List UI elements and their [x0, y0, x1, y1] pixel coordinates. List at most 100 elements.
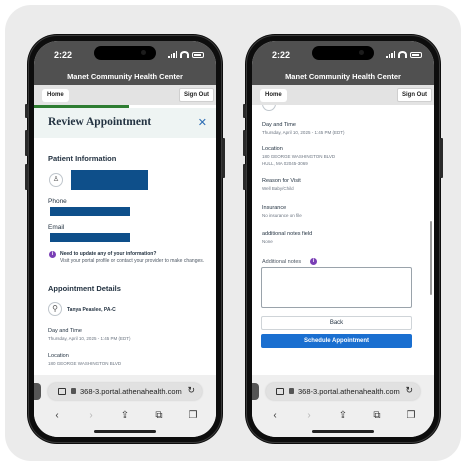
- tab-overview-icon[interactable]: [276, 388, 284, 395]
- volume-down-button: [243, 164, 246, 190]
- bookmarks-icon[interactable]: ⧉: [151, 410, 167, 421]
- tabs-icon[interactable]: ❐: [185, 410, 201, 421]
- location-line1: 180 GEORGE WASHINGTON BLVD: [262, 154, 336, 159]
- location-line2: HULL, MA 02045-3069: [262, 161, 308, 166]
- home-button[interactable]: Home: [260, 89, 287, 102]
- notes-field-label: additional notes field: [262, 231, 313, 237]
- mute-switch: [25, 104, 28, 118]
- back-icon[interactable]: ‹: [267, 410, 283, 421]
- app-header-title: Manet Community Health Center: [252, 71, 434, 85]
- volume-up-button: [25, 130, 28, 156]
- mute-switch: [243, 104, 246, 118]
- camera-dot: [359, 50, 364, 55]
- redacted-email: [50, 233, 130, 242]
- battery-icon: [192, 51, 204, 58]
- tabs-icon[interactable]: ❐: [403, 410, 419, 421]
- browser-toolbar: ‹ › ⇪ ⧉ ❐: [252, 407, 434, 423]
- reason-value: Well Baby/Child: [262, 186, 294, 191]
- forward-icon[interactable]: ›: [83, 410, 99, 421]
- power-button: [222, 138, 225, 178]
- notice-heading: Need to update any of your information?: [60, 251, 157, 257]
- reload-icon[interactable]: ↻: [187, 385, 195, 396]
- screen-left: 2:22 Manet Community Health Center Home …: [34, 41, 216, 437]
- lock-icon: [289, 388, 294, 394]
- schedule-appointment-button[interactable]: Schedule Appointment: [261, 334, 412, 348]
- url-bar[interactable]: 368-3.portal.athenahealth.com ↻: [266, 383, 420, 400]
- review-title: Review Appointment: [48, 116, 152, 128]
- info-icon[interactable]: i: [310, 258, 317, 265]
- wifi-icon: [180, 51, 189, 58]
- volume-down-button: [25, 164, 28, 190]
- info-icon: i: [49, 251, 56, 258]
- appointment-details-title: Appointment Details: [48, 284, 121, 293]
- url-bar[interactable]: 368-3.portal.athenahealth.com ↻: [48, 383, 202, 400]
- phone-label: Phone: [48, 198, 67, 205]
- url-text[interactable]: 368-3.portal.athenahealth.com: [80, 387, 182, 396]
- safari-bar: 368-3.portal.athenahealth.com ↻ ‹ › ⇪ ⧉ …: [252, 375, 434, 437]
- camera-dot: [141, 50, 146, 55]
- power-button: [440, 138, 443, 178]
- sign-out-button[interactable]: Sign Out: [179, 88, 214, 102]
- battery-icon: [410, 51, 422, 58]
- stethoscope-icon: ⚲: [48, 302, 62, 316]
- additional-notes-label: Additional notes: [262, 259, 302, 265]
- scrollbar-thumb[interactable]: [430, 221, 432, 295]
- side-tab-chip: [252, 383, 259, 400]
- share-icon[interactable]: ⇪: [117, 410, 133, 421]
- side-tab-chip: [34, 383, 41, 400]
- status-time: 2:22: [54, 50, 73, 60]
- back-icon[interactable]: ‹: [49, 410, 65, 421]
- signal-icon: [168, 51, 177, 58]
- notice-text: Visit your portal profile or contact you…: [60, 258, 205, 264]
- browser-toolbar: ‹ › ⇪ ⧉ ❐: [34, 407, 216, 423]
- additional-notes-textarea[interactable]: [261, 267, 412, 308]
- signal-icon: [386, 51, 395, 58]
- reason-label: Reason for Visit: [262, 178, 301, 184]
- forward-icon[interactable]: ›: [301, 410, 317, 421]
- dynamic-island: [94, 46, 156, 60]
- location-line1: 180 GEORGE WASHINGTON BLVD: [48, 361, 122, 366]
- phone-left: 2:22 Manet Community Health Center Home …: [25, 34, 225, 444]
- tab-overview-icon[interactable]: [58, 388, 66, 395]
- notes-field-value: None: [262, 239, 273, 244]
- review-content-scrolled: Day and Time Thursday, April 10, 2025 - …: [252, 105, 434, 375]
- home-indicator: [94, 430, 156, 433]
- reload-icon[interactable]: ↻: [405, 385, 413, 396]
- insurance-value: No insurance on file: [262, 213, 302, 218]
- lock-icon: [71, 388, 76, 394]
- redacted-name: [71, 170, 148, 190]
- url-text[interactable]: 368-3.portal.athenahealth.com: [298, 387, 400, 396]
- nav-bar: Home Sign Out: [252, 85, 434, 105]
- stethoscope-icon: [262, 105, 276, 111]
- dynamic-island: [312, 46, 374, 60]
- insurance-label: Insurance: [262, 205, 287, 211]
- status-icons: [386, 51, 422, 58]
- nav-bar: Home Sign Out: [34, 85, 216, 105]
- home-button[interactable]: Home: [42, 89, 69, 102]
- status-bar: 2:22: [252, 41, 434, 71]
- share-icon[interactable]: ⇪: [335, 410, 351, 421]
- volume-up-button: [243, 130, 246, 156]
- status-bar: 2:22: [34, 41, 216, 71]
- bookmarks-icon[interactable]: ⧉: [369, 410, 385, 421]
- provider-name: Tanya Peaslee, PA-C: [67, 307, 116, 313]
- day-time-label: Day and Time: [48, 328, 82, 334]
- user-icon: ♙: [49, 173, 63, 187]
- day-time-value: Thursday, April 10, 2025 - 1:45 PM (EDT): [48, 336, 131, 341]
- day-time-label: Day and Time: [262, 122, 296, 128]
- back-button[interactable]: Back: [261, 316, 412, 330]
- close-icon[interactable]: ✕: [198, 116, 207, 129]
- safari-bar: 368-3.portal.athenahealth.com ↻ ‹ › ⇪ ⧉ …: [34, 375, 216, 437]
- location-label: Location: [48, 353, 69, 359]
- status-icons: [168, 51, 204, 58]
- screen-right: 2:22 Manet Community Health Center Home …: [252, 41, 434, 437]
- redacted-phone: [50, 207, 130, 216]
- email-label: Email: [48, 224, 65, 231]
- home-indicator: [312, 430, 374, 433]
- status-time: 2:22: [272, 50, 291, 60]
- sign-out-button[interactable]: Sign Out: [397, 88, 432, 102]
- app-header-title: Manet Community Health Center: [34, 71, 216, 85]
- wifi-icon: [398, 51, 407, 58]
- phone-right: 2:22 Manet Community Health Center Home …: [243, 34, 443, 444]
- day-time-value: Thursday, April 10, 2025 - 1:45 PM (EDT): [262, 130, 345, 135]
